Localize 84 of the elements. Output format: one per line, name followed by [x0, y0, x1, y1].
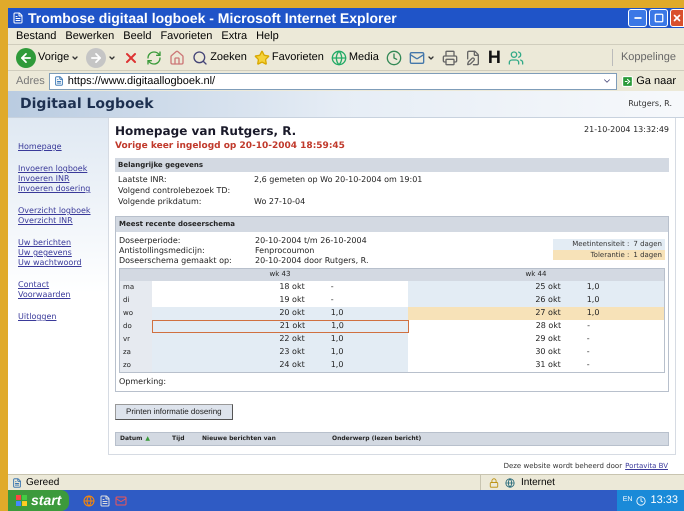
- lock-icon: [489, 478, 499, 488]
- browser-icon[interactable]: [83, 494, 96, 506]
- schedule-label: Doseerperiode:: [119, 234, 182, 244]
- star-icon: [254, 50, 270, 66]
- back-button[interactable]: Vorige: [16, 46, 80, 68]
- sidebar-link[interactable]: Voorwaarden: [18, 290, 108, 300]
- address-label: Adres: [16, 74, 45, 89]
- globe-icon: [330, 50, 347, 66]
- sidebar-link[interactable]: Homepage: [18, 142, 108, 152]
- sidebar-link[interactable]: Uw berichten: [18, 238, 108, 248]
- page-icon: [54, 76, 64, 86]
- schedule-cell: 21 okt 1,0: [152, 320, 409, 332]
- sidebar-link[interactable]: Uitloggen: [18, 312, 108, 322]
- letter-button[interactable]: H: [488, 46, 501, 68]
- page-title: Homepage van Rutgers, R.: [115, 123, 296, 140]
- print-button[interactable]: Printen informatie dosering: [115, 404, 233, 420]
- user-name: Rutgers, R.: [628, 98, 672, 110]
- remark-label: Opmerking:: [118, 376, 168, 388]
- schedule-label: Antistollingsmedicijn:: [119, 245, 206, 254]
- menu-item[interactable]: Extra: [221, 28, 248, 44]
- sidebar-link[interactable]: Uw wachtwoord: [18, 258, 108, 268]
- ie-page-icon: [12, 12, 24, 24]
- info-label: Volgende prikdatum:: [118, 196, 202, 206]
- menu-item[interactable]: Help: [256, 28, 279, 44]
- maximize-button[interactable]: [649, 9, 668, 27]
- page-icon: [12, 478, 22, 488]
- schedule-cell: 25 okt 1,0: [408, 280, 664, 294]
- current-datetime: 21-10-2004 13:32:49: [584, 124, 669, 136]
- menu-item[interactable]: Beeld: [123, 28, 152, 44]
- schedule-cell: 27 okt 1,0: [408, 306, 664, 320]
- search-button[interactable]: Zoeken: [192, 46, 247, 68]
- info-value: Wo 27-10-04: [254, 196, 306, 206]
- address-field[interactable]: https://www.digitaallogboek.nl/: [48, 72, 618, 90]
- back-icon: [16, 48, 36, 68]
- start-button[interactable]: start: [8, 490, 70, 511]
- media-button[interactable]: Media: [330, 46, 379, 68]
- sidebar-link[interactable]: Invoeren logboek: [18, 164, 108, 174]
- print-icon: [442, 50, 458, 66]
- globe-icon: [505, 478, 515, 488]
- mail-icon: [408, 50, 425, 66]
- zone-text: Internet: [521, 476, 555, 490]
- search-icon: [192, 50, 208, 66]
- schedule-cell: 23 okt 1,0: [152, 346, 408, 358]
- schedule-cell: 22 okt 1,0: [152, 332, 408, 346]
- sidebar-link[interactable]: Overzicht logboek: [18, 206, 108, 216]
- forward-icon: [86, 48, 106, 68]
- schedule-value: 20-10-2004 t/m 26-10-2004: [255, 234, 367, 244]
- windows-flag-icon: [16, 495, 27, 506]
- info-value: 2,6 gemeten op Wo 20-10-2004 om 19:01: [254, 174, 422, 184]
- home-icon: [169, 50, 186, 66]
- close-icon: [672, 13, 682, 23]
- menu-item[interactable]: Bestand: [16, 28, 56, 44]
- menu-item[interactable]: Bewerken: [65, 28, 114, 44]
- go-button[interactable]: Ga naar: [621, 72, 676, 90]
- schedule-value: 20-10-2004 door Rutgers, R.: [255, 255, 368, 264]
- edit-icon: [464, 50, 481, 66]
- sidebar-link[interactable]: Overzicht INR: [18, 216, 108, 226]
- menu-item[interactable]: Favorieten: [160, 28, 212, 44]
- clock-text: 13:33: [650, 493, 678, 508]
- favorites-button[interactable]: Favorieten: [254, 46, 324, 68]
- schedule-cell: 20 okt 1,0: [152, 306, 408, 320]
- sidebar-link[interactable]: Invoeren INR: [18, 174, 108, 184]
- status-text: Gereed: [26, 476, 60, 490]
- minimize-button[interactable]: [628, 9, 647, 27]
- site-brand: Digitaal Logboek: [20, 94, 154, 114]
- people-icon: [508, 50, 524, 66]
- window-title: Trombose digitaal logboek - Microsoft Internet Explorer: [28, 8, 397, 28]
- last-login-notice: Vorige keer ingelogd op 20-10-2004 18:59:45: [115, 140, 346, 153]
- info-label: Laatste INR:: [118, 174, 168, 184]
- clock-icon: [386, 50, 402, 66]
- close-button[interactable]: [670, 9, 684, 27]
- schedule-label: Doseerschema gemaakt op:: [119, 255, 233, 264]
- tray-icon[interactable]: [636, 496, 646, 506]
- links-label[interactable]: Koppelinge: [612, 49, 676, 66]
- schedule-cell: 24 okt 1,0: [152, 358, 408, 372]
- maximize-icon: [654, 13, 664, 23]
- schedule-value: Fenprocoumon: [255, 244, 314, 254]
- sidebar-link[interactable]: Contact: [18, 280, 108, 290]
- schedule-cell: 26 okt 1,0: [408, 294, 664, 306]
- sidebar-link[interactable]: Invoeren dosering: [18, 184, 108, 194]
- document-icon[interactable]: [99, 494, 112, 506]
- sidebar-link[interactable]: Uw gegevens: [18, 248, 108, 258]
- refresh-icon: [146, 50, 162, 66]
- info-label: Volgend controlebezoek TD:: [118, 185, 232, 195]
